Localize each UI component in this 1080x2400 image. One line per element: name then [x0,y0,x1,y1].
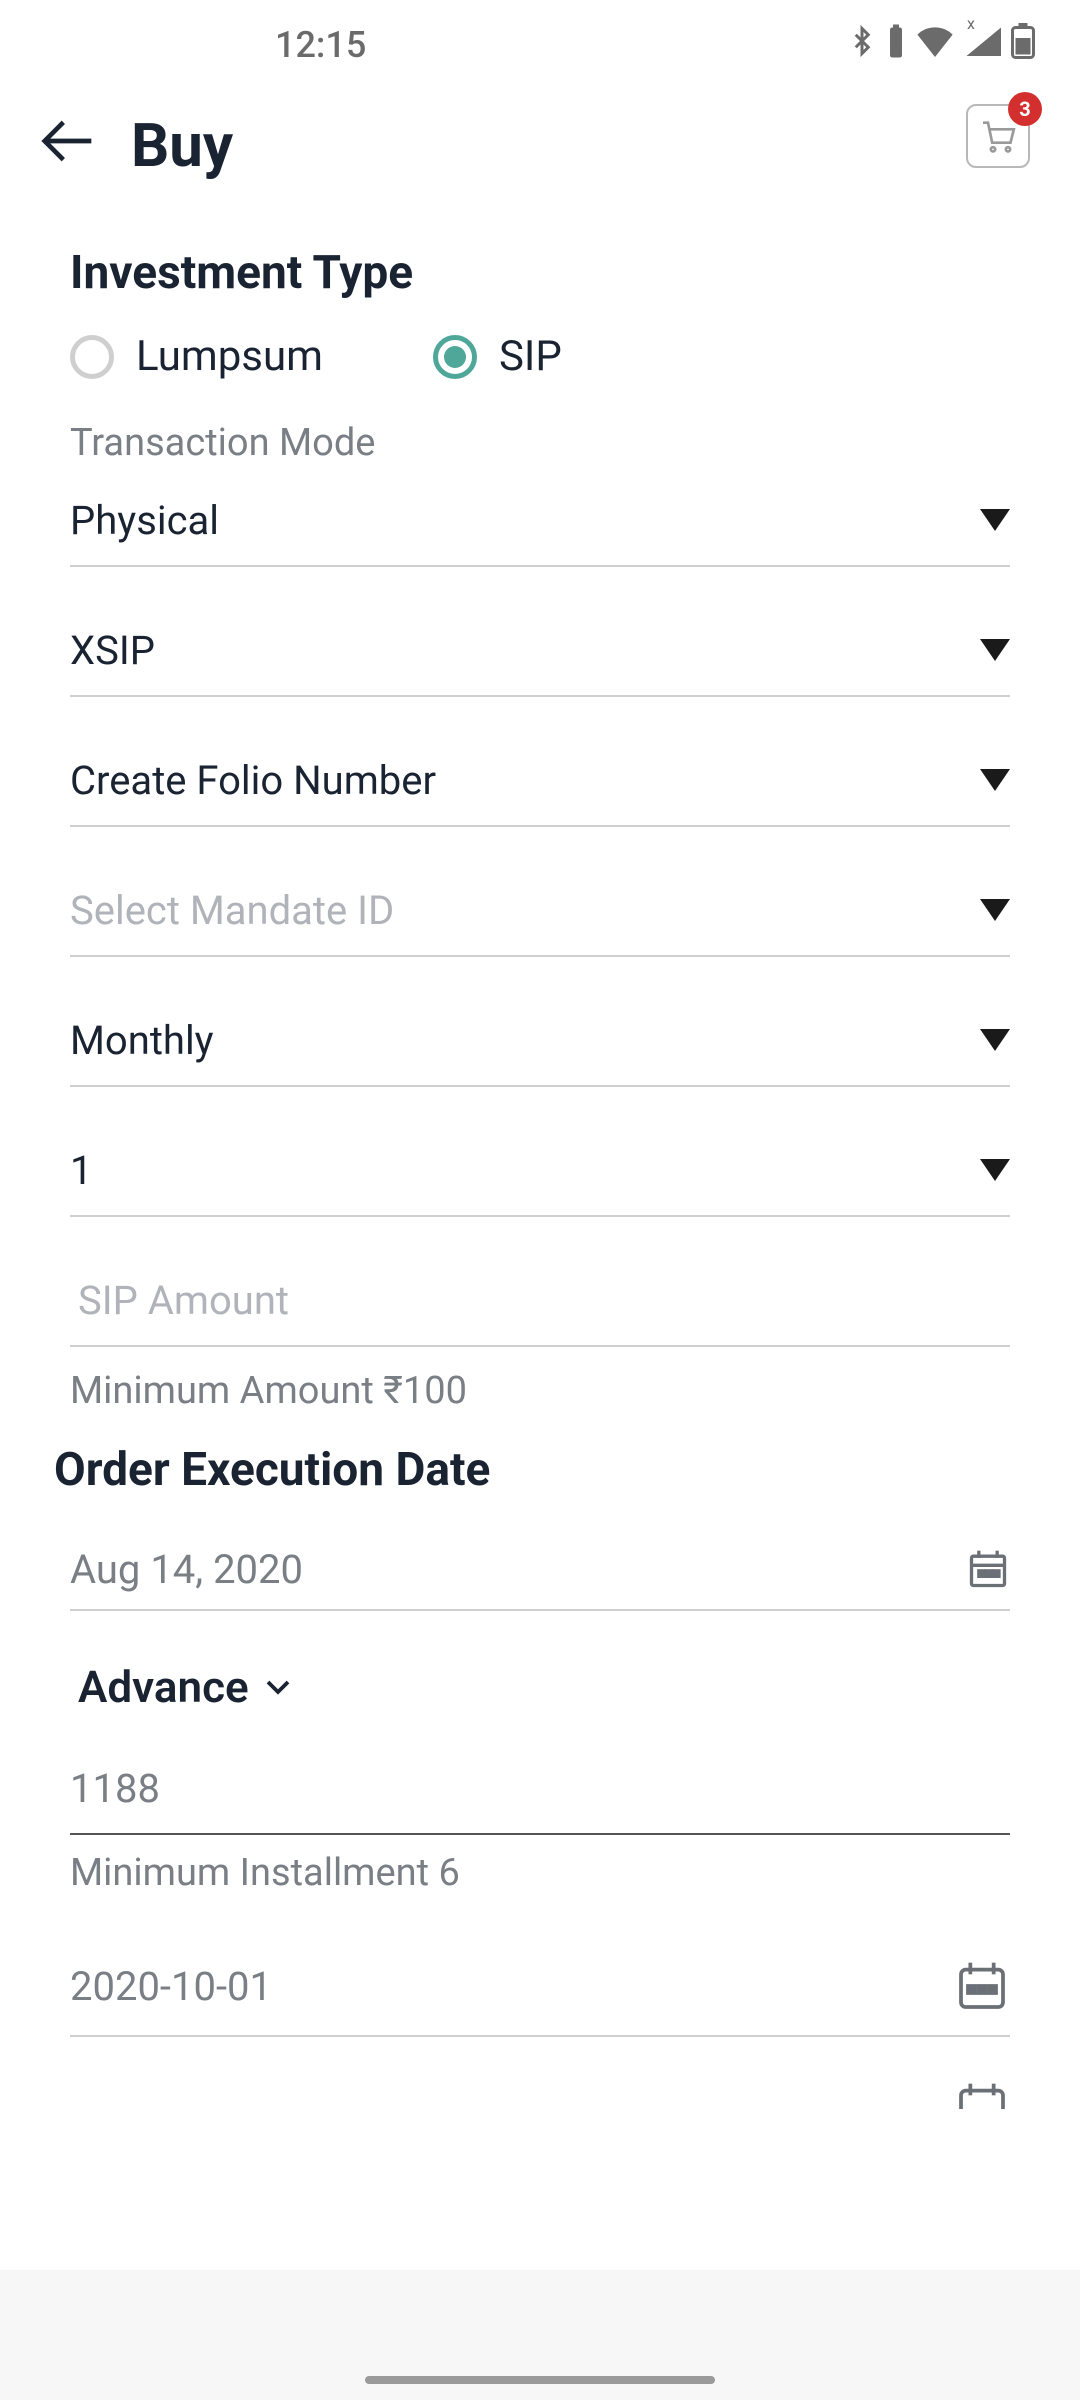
mandate-placeholder: Select Mandate ID [70,887,394,934]
main-content: Investment Type Lumpsum SIP Transaction … [0,246,1080,2109]
battery-icon [1011,23,1035,68]
execution-date-field[interactable]: Aug 14, 2020 [70,1529,1010,1611]
folio-select[interactable]: Create Folio Number [70,735,1010,827]
back-arrow-icon[interactable] [40,113,96,178]
radio-lumpsum[interactable]: Lumpsum [70,332,323,381]
min-amount-helper: Minimum Amount ₹100 [70,1369,1010,1413]
app-header: Buy 3 [0,90,1080,221]
chevron-down-icon [980,639,1010,661]
status-bar: 12:15 x [0,0,1080,90]
sip-amount-input[interactable]: SIP Amount [70,1255,1010,1347]
status-icons: x [847,23,1035,68]
min-installment-helper: Minimum Installment 6 [70,1851,1010,1895]
sip-type-select[interactable]: XSIP [70,605,1010,697]
end-date-field-partial[interactable] [70,2079,1010,2109]
start-date-value: 2020-10-01 [70,1963,272,2010]
investment-type-heading: Investment Type [70,246,1010,300]
cart-badge: 3 [1008,92,1042,126]
folio-value: Create Folio Number [70,757,436,804]
wifi-icon [915,24,955,66]
radio-sip-label: SIP [499,332,562,381]
frequency-value: Monthly [70,1017,214,1064]
chevron-down-icon [980,509,1010,531]
frequency-select[interactable]: Monthly [70,995,1010,1087]
mandate-select[interactable]: Select Mandate ID [70,865,1010,957]
radio-lumpsum-circle [70,335,114,379]
day-value: 1 [70,1147,92,1194]
investment-type-radios: Lumpsum SIP [70,332,1010,381]
cart-button[interactable]: 3 [966,104,1030,168]
chevron-down-icon [980,899,1010,921]
radio-lumpsum-label: Lumpsum [136,332,323,381]
installments-value: 1188 [70,1765,160,1812]
battery-bt-icon [887,23,905,68]
day-select[interactable]: 1 [70,1125,1010,1217]
status-time: 12:15 [275,24,366,66]
nav-handle[interactable] [365,2376,715,2384]
advance-label: Advance [78,1661,249,1713]
start-date-field[interactable]: 2020-10-01 [70,1937,1010,2037]
chevron-down-icon [263,1672,293,1702]
advance-toggle[interactable]: Advance [70,1661,1010,1713]
cart-icon [978,116,1018,156]
calendar-icon [954,1958,1010,2014]
chevron-down-icon [980,1029,1010,1051]
chevron-down-icon [980,769,1010,791]
radio-sip-circle [433,335,477,379]
transaction-mode-label: Transaction Mode [70,421,1010,465]
transaction-mode-select[interactable]: Physical [70,475,1010,567]
chevron-down-icon [980,1159,1010,1181]
sip-type-value: XSIP [70,627,155,674]
sip-amount-placeholder: SIP Amount [70,1277,289,1324]
page-title: Buy [131,110,233,181]
installments-input[interactable]: 1188 [70,1743,1010,1835]
signal-icon: x [965,24,1001,66]
radio-sip[interactable]: SIP [433,332,562,381]
calendar-icon [966,1547,1010,1591]
transaction-mode-value: Physical [70,497,219,544]
bluetooth-icon [847,23,877,68]
order-execution-heading: Order Execution Date [54,1443,1010,1497]
calendar-icon [954,2079,1010,2109]
execution-date-value: Aug 14, 2020 [70,1546,303,1593]
